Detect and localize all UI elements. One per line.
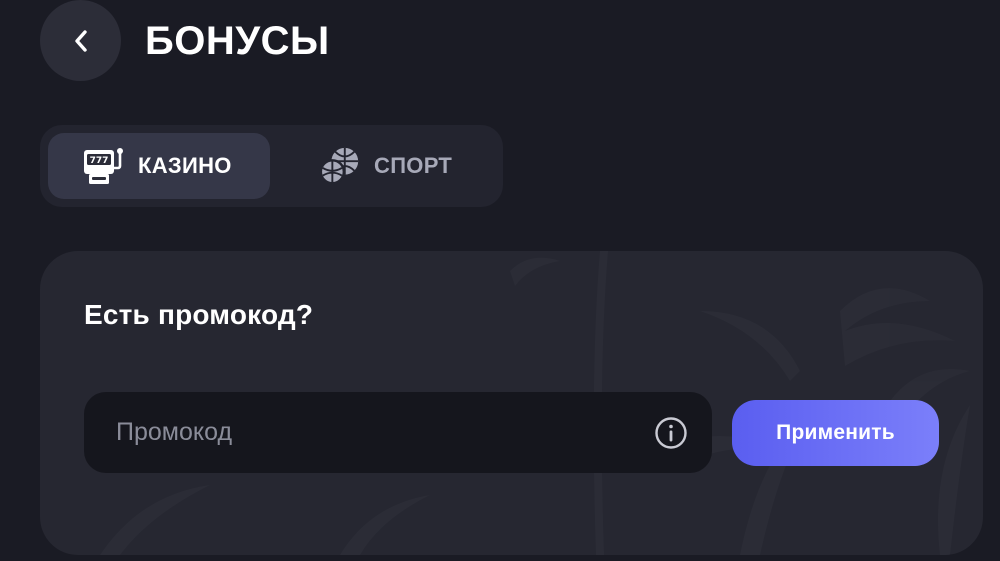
info-icon[interactable] <box>654 416 688 450</box>
bonus-type-tabs: 777 КАЗИНО СПОРТ <box>40 125 503 207</box>
back-button[interactable] <box>40 0 121 81</box>
tab-sport-label: СПОРТ <box>374 153 453 178</box>
chevron-left-icon <box>71 28 91 54</box>
tab-casino-label: КАЗИНО <box>138 153 232 178</box>
slot-machine-icon: 777 <box>82 144 126 188</box>
promo-code-input[interactable] <box>114 417 654 448</box>
svg-text:777: 777 <box>90 156 109 166</box>
page-title: БОНУСЫ <box>145 19 330 63</box>
sports-balls-icon <box>318 144 362 188</box>
promo-title: Есть промокод? <box>84 299 314 330</box>
tab-casino[interactable]: 777 КАЗИНО <box>48 133 270 199</box>
apply-button[interactable]: Применить <box>732 400 939 466</box>
promo-code-card: Есть промокод? Применить <box>40 251 983 555</box>
tab-sport[interactable]: СПОРТ <box>312 133 492 199</box>
promo-code-field <box>84 392 712 473</box>
bonuses-page: БОНУСЫ 777 КАЗИНО СПОРТ Есть промокод? П… <box>0 0 1000 561</box>
